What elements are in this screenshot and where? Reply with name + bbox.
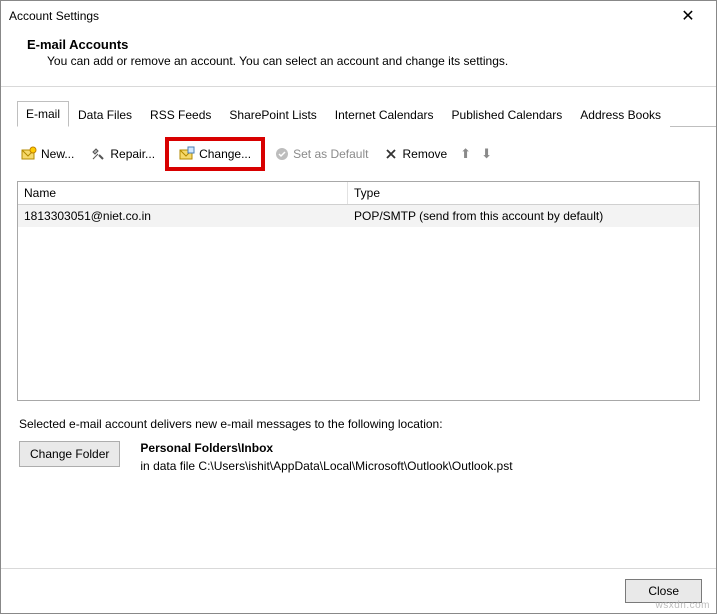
tab-strip: E-mail Data Files RSS Feeds SharePoint L… bbox=[17, 101, 716, 127]
tab-email[interactable]: E-mail bbox=[17, 101, 69, 127]
tab-sharepoint-lists[interactable]: SharePoint Lists bbox=[220, 102, 325, 127]
delivery-section: Selected e-mail account delivers new e-m… bbox=[1, 401, 716, 479]
move-down-icon: ⬇ bbox=[478, 146, 495, 162]
data-file-path: in data file C:\Users\ishit\AppData\Loca… bbox=[140, 459, 512, 473]
tab-address-books[interactable]: Address Books bbox=[571, 102, 670, 127]
folder-info: Personal Folders\Inbox in data file C:\U… bbox=[140, 441, 512, 473]
new-label: New... bbox=[41, 147, 74, 161]
change-label: Change... bbox=[199, 147, 251, 161]
list-header: Name Type bbox=[18, 182, 699, 205]
remove-x-icon bbox=[384, 147, 398, 161]
mail-change-icon bbox=[179, 146, 195, 162]
set-default-label: Set as Default bbox=[293, 147, 368, 161]
header: E-mail Accounts You can add or remove an… bbox=[1, 31, 716, 86]
cell-name: 1813303051@niet.co.in bbox=[18, 205, 348, 227]
repair-label: Repair... bbox=[110, 147, 155, 161]
close-icon[interactable]: ✕ bbox=[668, 6, 708, 26]
column-name[interactable]: Name bbox=[18, 182, 348, 204]
tools-icon bbox=[90, 146, 106, 162]
change-folder-button[interactable]: Change Folder bbox=[19, 441, 120, 467]
cell-type: POP/SMTP (send from this account by defa… bbox=[348, 205, 699, 227]
tab-published-calendars[interactable]: Published Calendars bbox=[443, 102, 572, 127]
new-button[interactable]: New... bbox=[15, 143, 80, 165]
check-circle-icon bbox=[275, 147, 289, 161]
tab-internet-calendars[interactable]: Internet Calendars bbox=[326, 102, 443, 127]
watermark: wsxdn.com bbox=[655, 600, 710, 611]
repair-button[interactable]: Repair... bbox=[84, 143, 161, 165]
toolbar: New... Repair... Change... Set as Defaul… bbox=[1, 127, 716, 181]
remove-button[interactable]: Remove bbox=[378, 144, 453, 164]
move-up-icon: ⬆ bbox=[457, 146, 474, 162]
change-button[interactable]: Change... bbox=[173, 143, 257, 165]
set-default-button: Set as Default bbox=[269, 144, 374, 164]
delivery-intro: Selected e-mail account delivers new e-m… bbox=[19, 417, 698, 431]
account-list[interactable]: Name Type 1813303051@niet.co.in POP/SMTP… bbox=[17, 181, 700, 401]
tab-data-files[interactable]: Data Files bbox=[69, 102, 141, 127]
footer: Close bbox=[1, 568, 716, 613]
header-description: You can add or remove an account. You ca… bbox=[27, 54, 698, 68]
tab-rss-feeds[interactable]: RSS Feeds bbox=[141, 102, 220, 127]
title-bar: Account Settings ✕ bbox=[1, 1, 716, 31]
list-row[interactable]: 1813303051@niet.co.in POP/SMTP (send fro… bbox=[18, 205, 699, 227]
folder-path: Personal Folders\Inbox bbox=[140, 441, 512, 455]
column-type[interactable]: Type bbox=[348, 182, 699, 204]
header-title: E-mail Accounts bbox=[27, 37, 698, 52]
window-title: Account Settings bbox=[9, 9, 668, 23]
remove-label: Remove bbox=[402, 147, 447, 161]
highlight-annotation: Change... bbox=[165, 137, 265, 171]
mail-new-icon bbox=[21, 146, 37, 162]
divider bbox=[1, 86, 716, 87]
